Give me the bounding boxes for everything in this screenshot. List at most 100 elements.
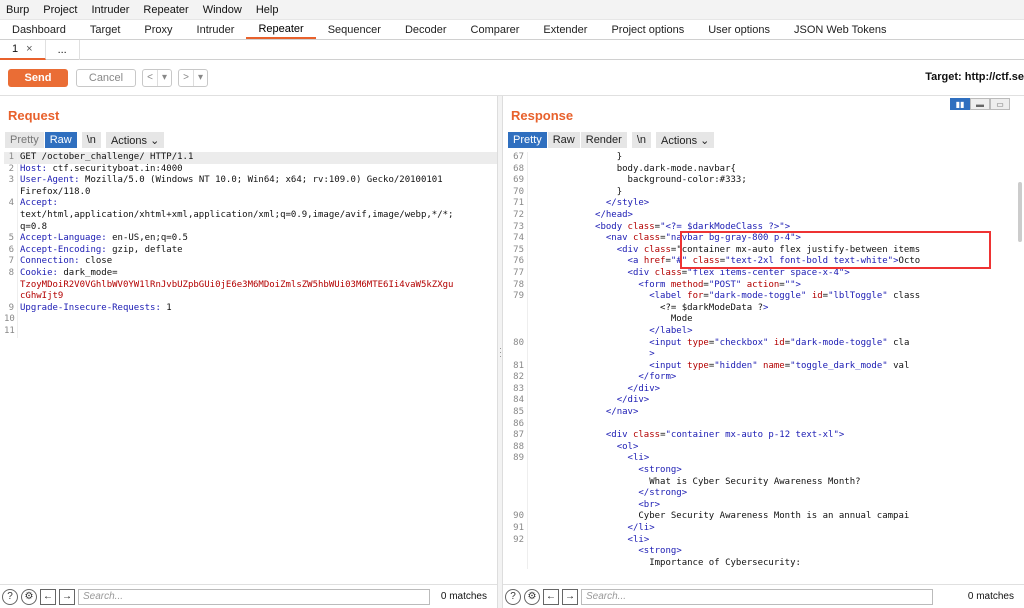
tab-repeater[interactable]: Repeater (246, 20, 316, 39)
newline-toggle[interactable]: \n (631, 132, 653, 148)
line-number: 85 (513, 407, 524, 418)
menu-help[interactable]: Help (256, 4, 279, 16)
line-number: 3 (8, 175, 14, 186)
arrow-right-icon[interactable]: → (59, 588, 75, 605)
gear-icon[interactable]: ⚙ (21, 588, 37, 605)
tab-target[interactable]: Target (78, 20, 133, 39)
split-view-icon[interactable]: ▮▮ (950, 98, 970, 110)
response-code: <body class="<?= $darkModeClass ?>"> (527, 221, 1024, 234)
pretty-tab[interactable]: Pretty (5, 132, 45, 148)
line-number: 89 (513, 453, 524, 464)
arrow-left-icon[interactable]: ← (40, 588, 56, 605)
tab-dashboard[interactable]: Dashboard (0, 20, 78, 39)
request-line: TzoyMDoiR2V0VGhlbWV0YW1lRnJvbUZpbGUi0jE6… (4, 279, 497, 292)
help-icon[interactable]: ? (2, 588, 18, 605)
tab-intruder[interactable]: Intruder (185, 20, 247, 39)
response-code: } (527, 152, 1024, 164)
line-number: 11 (4, 325, 15, 336)
layout-toggles: ▮▮ ▬ ▭ (950, 98, 1010, 110)
actions-menu[interactable]: Actions ⌄ (105, 132, 166, 148)
response-code: <?= $darkModeData ?> (527, 302, 1024, 315)
close-icon[interactable]: × (26, 43, 32, 55)
header-value: ctf.securityboat.in:4000 (47, 163, 183, 174)
request-line: 8 Cookie: dark_mode= (4, 267, 497, 280)
single-view-icon[interactable]: ▭ (990, 98, 1010, 110)
response-line: 72 </head> (507, 209, 1024, 222)
tab-decoder[interactable]: Decoder (393, 20, 459, 39)
header-value: close (79, 256, 113, 267)
tab-project-options[interactable]: Project options (599, 20, 696, 39)
response-editor[interactable]: 67 } 68 body.dark-mode.navbar{69 backgrou… (507, 152, 1024, 584)
horizontal-view-icon[interactable]: ▬ (970, 98, 990, 110)
chevron-down-icon[interactable]: ▾ (193, 69, 207, 86)
line-number: 8 (8, 267, 14, 278)
request-editor[interactable]: 1 GET /october_challenge/ HTTP/1.1 2 Host: … (4, 152, 497, 584)
menu-window[interactable]: Window (203, 4, 242, 16)
response-code: </strong> (527, 488, 1024, 500)
target-label[interactable]: Target: http://ctf.se (925, 71, 1024, 83)
request-format-bar: Pretty Raw \n Actions ⌄ (5, 132, 166, 148)
tab-json-web-tokens[interactable]: JSON Web Tokens (782, 20, 899, 39)
help-icon[interactable]: ? (505, 588, 521, 605)
header-name: Accept-Encoding: (20, 244, 107, 255)
menu-project[interactable]: Project (43, 4, 77, 16)
line-number: 80 (513, 337, 524, 348)
header-name: User-Agent: (20, 175, 80, 186)
response-line: > (507, 349, 1024, 361)
raw-tab[interactable]: Raw (44, 132, 78, 148)
response-line: What is Cyber Security Awareness Month? (507, 476, 1024, 489)
request-line: 7 Connection: close (4, 256, 497, 268)
response-code: <strong> (527, 546, 1024, 558)
actions-menu[interactable]: Actions ⌄ (656, 132, 716, 148)
header-value: Firefox/118.0 (20, 186, 91, 197)
response-line: <?= $darkModeData ?> (507, 302, 1024, 315)
tab-extender[interactable]: Extender (531, 20, 599, 39)
line-number (507, 314, 527, 326)
response-line: <br> (507, 499, 1024, 512)
search-input[interactable]: Search... (78, 588, 430, 605)
new-tab-button[interactable]: ... (46, 39, 80, 60)
tab-sequencer[interactable]: Sequencer (316, 20, 393, 39)
gear-icon[interactable]: ⚙ (524, 588, 540, 605)
request-code: GET /october_challenge/ HTTP/1.1 (17, 152, 497, 164)
tab-proxy[interactable]: Proxy (132, 20, 184, 39)
header-value: gzip, deflate (106, 244, 183, 255)
response-code: } (527, 186, 1024, 199)
response-line: 87 <div class="container mx-auto p-12 te… (507, 430, 1024, 442)
cancel-button[interactable]: Cancel (76, 68, 136, 87)
send-button[interactable]: Send (8, 68, 68, 87)
response-line: 67 } (507, 152, 1024, 164)
request-code: Accept-Language: en-US,en;q=0.5 (17, 233, 497, 245)
request-line: 2 Host: ctf.securityboat.in:4000 (4, 163, 497, 176)
tab-comparer[interactable]: Comparer (459, 20, 532, 39)
tab-user-options[interactable]: User options (696, 20, 782, 39)
menu-burp[interactable]: Burp (6, 4, 29, 16)
line-number: 10 (4, 314, 15, 325)
menu-repeater[interactable]: Repeater (143, 4, 188, 16)
line-number: 84 (513, 395, 524, 406)
request-search-bar: ? ⚙ ← → Search... 0 matches (0, 584, 497, 608)
arrow-left-icon[interactable]: ← (543, 588, 559, 605)
render-tab[interactable]: Render (580, 132, 628, 148)
request-code: Host: ctf.securityboat.in:4000 (17, 163, 497, 176)
arrow-right-icon[interactable]: → (562, 588, 578, 605)
chevron-down-icon[interactable]: ▾ (157, 69, 171, 86)
cookie-value: TzoyMDoiR2V0VGhlbWV0YW1lRnJvbUZpbGUi0jE6… (20, 279, 454, 290)
chevron-left-icon[interactable]: < (143, 70, 157, 86)
response-line: 91 </li> (507, 523, 1024, 535)
response-code: <a href="#" class="text-2xl font-bold te… (527, 256, 1024, 268)
newline-toggle[interactable]: \n (81, 132, 102, 148)
history-forward[interactable]: > ▾ (178, 68, 208, 87)
response-line: 79 <label for="dark-mode-toggle" id="lbl… (507, 291, 1024, 303)
repeater-tab-1[interactable]: 1 × (0, 39, 46, 60)
request-line: 4 Accept: (4, 198, 497, 210)
menu-intruder[interactable]: Intruder (92, 4, 130, 16)
scrollbar[interactable] (1018, 182, 1022, 242)
chevron-right-icon[interactable]: > (179, 70, 193, 86)
history-back[interactable]: < ▾ (142, 68, 172, 87)
search-input[interactable]: Search... (581, 588, 933, 605)
raw-tab[interactable]: Raw (547, 132, 581, 148)
line-number (507, 488, 527, 500)
response-code: </label> (527, 325, 1024, 338)
pretty-tab[interactable]: Pretty (508, 132, 548, 148)
